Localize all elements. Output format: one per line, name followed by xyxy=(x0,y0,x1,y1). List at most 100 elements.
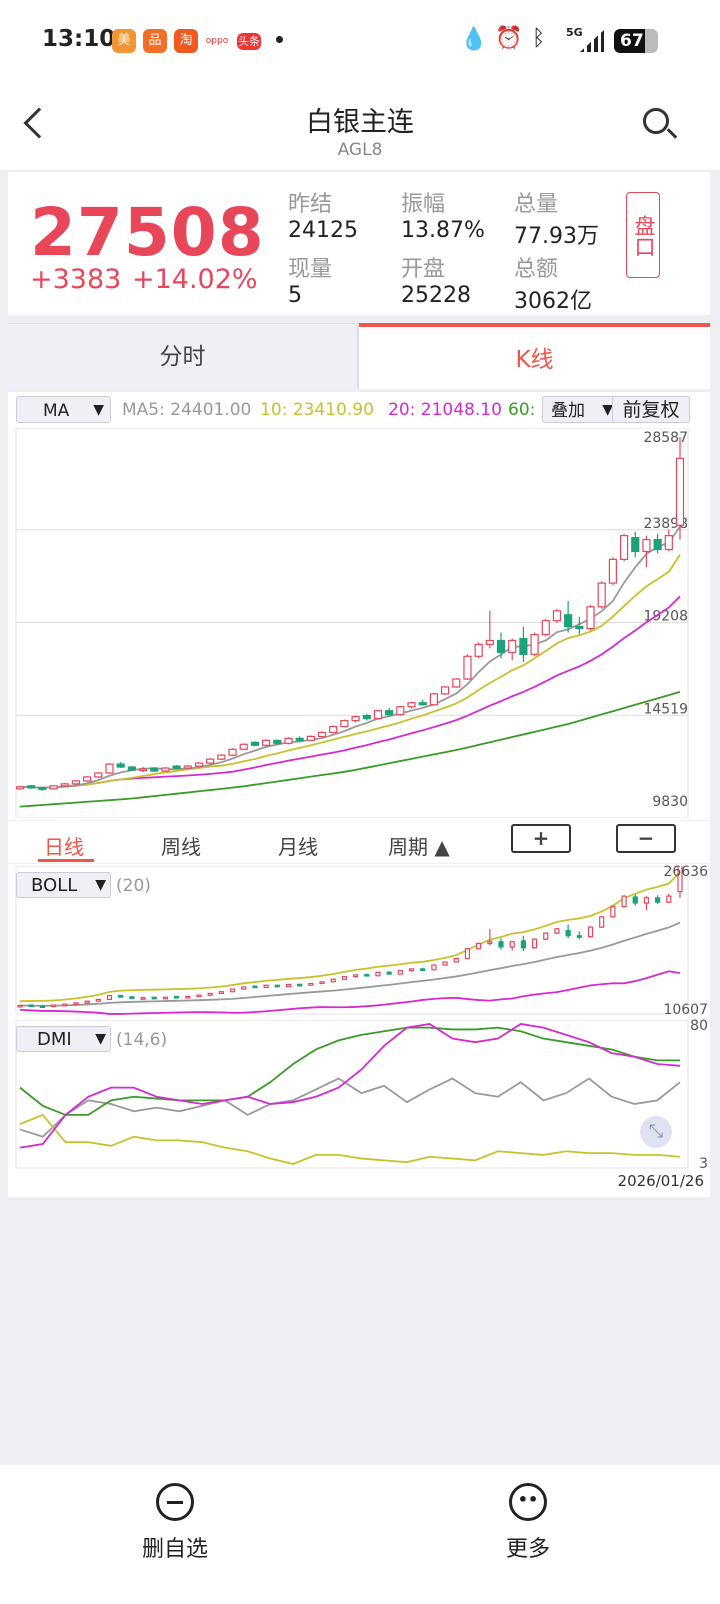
remove-watchlist-button[interactable]: 删自选 xyxy=(125,1477,225,1587)
candle xyxy=(621,895,627,908)
boll-select[interactable]: BOLL ▼ xyxy=(16,872,111,898)
candle xyxy=(543,932,549,940)
candle xyxy=(496,639,506,653)
status-bar: 13:10 美 品 淘 oppo 头条 💧 ⏰ ᛒ 5G 67 xyxy=(0,0,720,80)
app-icon: 美 xyxy=(112,29,136,53)
price-change-pct: +14.02% xyxy=(132,264,258,295)
boll-min: 10607 xyxy=(663,1002,708,1018)
overlay-select[interactable]: 叠加 ▼ xyxy=(542,396,618,423)
candle xyxy=(84,1000,90,1004)
candle xyxy=(127,766,136,771)
bluetooth-icon: ᛒ xyxy=(532,26,546,51)
candle xyxy=(118,994,124,998)
candle xyxy=(71,780,81,785)
ma-select[interactable]: MA ▼ xyxy=(16,396,111,423)
candle xyxy=(631,537,640,553)
dmi-min: 3 xyxy=(699,1156,708,1172)
candle xyxy=(575,626,584,630)
candle xyxy=(241,986,247,990)
candle xyxy=(106,994,113,1001)
period-monthly[interactable]: 月线 xyxy=(278,831,318,860)
candle xyxy=(632,896,638,904)
period-select[interactable]: 周期 ▲ xyxy=(388,831,450,860)
candle xyxy=(587,926,594,938)
adjust-button[interactable]: 前复权 xyxy=(612,396,690,423)
period-daily[interactable]: 日线 xyxy=(44,831,84,860)
candle xyxy=(476,942,482,950)
candle xyxy=(95,998,101,1002)
dmi-chart[interactable] xyxy=(8,1020,710,1170)
candle xyxy=(239,743,248,750)
depth-button[interactable]: 盘口 xyxy=(626,192,660,278)
overlay-label: 叠加 xyxy=(551,401,585,421)
network-label: 5G xyxy=(566,26,583,39)
price-change: +3383 xyxy=(30,264,122,295)
boll-select-label: BOLL xyxy=(31,875,78,896)
candle xyxy=(519,637,528,655)
boll-chart[interactable] xyxy=(8,866,710,1016)
tab-kline[interactable]: K线 xyxy=(359,323,710,389)
candle xyxy=(485,639,494,646)
stat-label: 开盘 xyxy=(401,257,446,282)
stat-value: 5 xyxy=(288,283,302,308)
remove-watchlist-label: 删自选 xyxy=(141,1537,208,1562)
y-tick-label: 9830 xyxy=(652,794,688,810)
candle xyxy=(50,1004,57,1008)
clock: 13:10 xyxy=(42,26,116,52)
stat-value: 24125 xyxy=(288,218,358,243)
kline-chart[interactable]: 285872389819208145199830 xyxy=(8,428,710,818)
candle xyxy=(554,928,560,934)
candle xyxy=(262,739,271,746)
candle xyxy=(15,786,25,790)
candle xyxy=(440,686,450,695)
candle xyxy=(418,702,427,706)
candle xyxy=(362,715,371,720)
candle xyxy=(229,988,236,993)
contract-code: AGL8 xyxy=(337,140,383,160)
zoom-in-button[interactable]: + xyxy=(511,824,571,853)
ma10-line xyxy=(19,554,681,789)
candle xyxy=(653,538,662,551)
candle xyxy=(397,970,403,975)
stat-label: 总额 xyxy=(514,257,559,282)
active-indicator xyxy=(38,859,94,862)
candle xyxy=(308,982,314,986)
last-price: 27508 xyxy=(30,194,265,271)
candle xyxy=(586,606,595,630)
candle xyxy=(273,739,282,744)
candle xyxy=(541,620,550,636)
candle xyxy=(306,735,315,741)
candle xyxy=(552,610,562,622)
candle xyxy=(429,693,438,706)
candle xyxy=(284,737,293,744)
candle xyxy=(664,535,673,551)
dmi-param: (14,6) xyxy=(116,1030,168,1050)
candle xyxy=(252,985,258,989)
candle xyxy=(386,971,392,975)
candle xyxy=(675,457,685,526)
candle xyxy=(375,971,381,977)
y-tick-label: 19208 xyxy=(643,609,688,625)
stat-label: 总量 xyxy=(514,192,559,217)
boll-lower-line xyxy=(19,970,681,1015)
dropdown-icon: ▼ xyxy=(93,402,104,418)
candle xyxy=(62,1003,68,1007)
candle xyxy=(407,702,416,708)
more-button[interactable]: •• 更多 xyxy=(478,1477,578,1587)
candle xyxy=(373,710,383,720)
boll-max: 26636 xyxy=(663,864,708,880)
tab-intraday[interactable]: 分时 xyxy=(8,323,359,389)
period-weekly[interactable]: 周线 xyxy=(161,831,201,860)
candle xyxy=(619,535,629,560)
search-button[interactable] xyxy=(643,108,669,134)
fullscreen-icon[interactable]: ⤡ xyxy=(640,1116,672,1148)
candle xyxy=(463,655,472,680)
candle xyxy=(217,754,226,760)
boll-mid-line xyxy=(19,921,681,1007)
candle xyxy=(263,984,269,988)
zoom-out-button[interactable]: − xyxy=(616,824,676,853)
dmi-select[interactable]: DMI ▼ xyxy=(16,1026,111,1052)
candle xyxy=(28,1004,34,1008)
candle xyxy=(509,941,515,948)
candle xyxy=(207,992,213,996)
